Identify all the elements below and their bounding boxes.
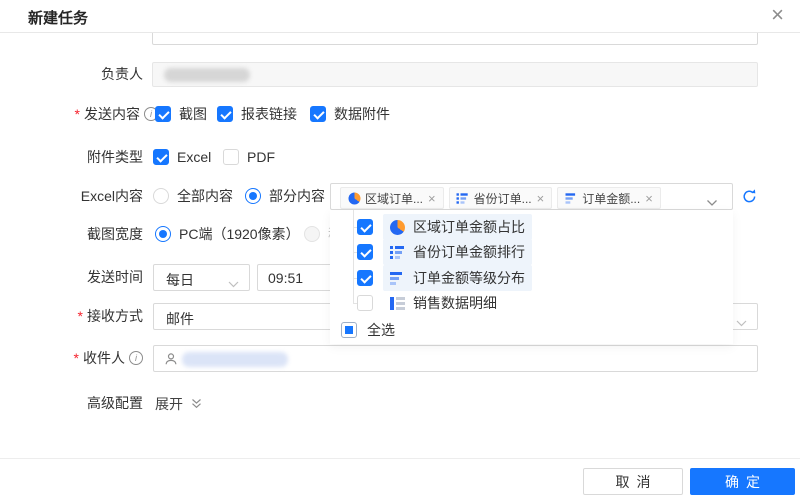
refresh-icon[interactable] (741, 188, 758, 205)
checkbox-report-link[interactable]: 报表链接 (217, 105, 297, 123)
checkbox-checked-icon[interactable] (153, 149, 169, 165)
dropdown-item-label: 区域订单金额占比 (413, 217, 525, 237)
chevron-down-icon (736, 314, 747, 330)
checkbox-screenshot[interactable]: 截图 (155, 105, 207, 123)
radio-unselected-icon[interactable] (153, 188, 169, 204)
radio-pc-width[interactable]: PC端（1920像素） (155, 225, 300, 243)
checkbox-excel[interactable]: Excel (153, 148, 211, 166)
footer-divider (0, 458, 800, 459)
excel-content-label: Excel内容 (0, 187, 143, 205)
double-chevron-down-icon[interactable] (190, 397, 203, 413)
dialog-body: 负责人 * 发送内容 i 截图 报表链接 数据附件 附件类型 Excel (0, 33, 800, 499)
info-icon[interactable]: i (129, 351, 143, 365)
tag-remove-icon[interactable]: × (645, 192, 653, 205)
owner-label: 负责人 (0, 65, 143, 83)
checkbox-checked-icon[interactable] (357, 244, 373, 260)
checkbox-unchecked-icon[interactable] (223, 149, 239, 165)
dropdown-item-order-amount-dist[interactable]: 订单金额等级分布 (357, 267, 532, 289)
dropdown-item-province-order[interactable]: 省份订单金额排行 (357, 241, 532, 263)
close-icon[interactable]: × (771, 2, 784, 28)
selected-tags: 区域订单... × 省份订单... × 订单金额... × (340, 187, 661, 209)
radio-partial-content[interactable]: 部分内容 (245, 187, 325, 205)
new-task-dialog: 新建任务 × 负责人 * 发送内容 i 截图 报表链接 数据附件 附件类型 (0, 0, 800, 499)
task-name-input-partial[interactable] (152, 33, 758, 45)
pie-chart-icon (348, 192, 360, 204)
checkbox-pdf[interactable]: PDF (223, 148, 275, 166)
pie-chart-icon (390, 220, 405, 235)
chevron-down-icon (228, 275, 239, 291)
radio-selected-icon[interactable] (245, 188, 261, 204)
owner-input (152, 62, 758, 87)
attachment-type-label: 附件类型 (0, 148, 143, 166)
dropdown-item-label: 省份订单金额排行 (413, 242, 525, 262)
table-icon (390, 297, 405, 310)
required-asterisk: * (75, 106, 80, 122)
radio-label: 全部内容 (177, 186, 233, 206)
frequency-select[interactable]: 每日 (153, 264, 250, 291)
bar-ranking-icon (390, 245, 405, 260)
checkbox-indeterminate-icon[interactable] (341, 322, 357, 338)
screenshot-width-label: 截图宽度 (0, 225, 143, 243)
radio-disabled-icon (304, 226, 320, 242)
tree-connector-line (353, 210, 354, 304)
required-asterisk: * (74, 350, 79, 366)
tag-province-order[interactable]: 省份订单... × (449, 187, 553, 209)
chart-multiselect[interactable]: 区域订单... × 省份订单... × 订单金额... × (330, 183, 733, 210)
tag-label: 省份订单... (474, 190, 532, 207)
select-all-row[interactable]: 全选 (341, 319, 395, 341)
radio-all-content[interactable]: 全部内容 (153, 187, 233, 205)
select-all-label: 全选 (367, 320, 395, 340)
tag-remove-icon[interactable]: × (428, 192, 436, 205)
radio-label: PC端（1920像素） (179, 224, 300, 244)
receive-method-value: 邮件 (166, 309, 194, 329)
checkbox-label: 截图 (179, 104, 207, 124)
recipient-input[interactable] (153, 345, 758, 372)
checkbox-checked-icon[interactable] (310, 106, 326, 122)
checkbox-checked-icon[interactable] (357, 270, 373, 286)
checkbox-unchecked-icon[interactable] (357, 295, 373, 311)
dropdown-item-sales-detail[interactable]: 销售数据明细 (357, 292, 504, 314)
tag-remove-icon[interactable]: × (537, 192, 545, 205)
dialog-title: 新建任务 (28, 7, 88, 28)
confirm-button[interactable]: 确定 (690, 468, 795, 495)
redacted-owner-text (164, 68, 250, 82)
radio-label: 部分内容 (269, 186, 325, 206)
checkbox-checked-icon[interactable] (357, 219, 373, 235)
advanced-config-label: 高级配置 (0, 394, 143, 412)
dialog-header: 新建任务 × (0, 0, 800, 33)
radio-selected-icon[interactable] (155, 226, 171, 242)
tag-label: 区域订单... (365, 190, 423, 207)
dropdown-item-label: 销售数据明细 (413, 293, 497, 313)
chart-dropdown-panel: 区域订单金额占比 省份订单金额排行 订单金额等级分布 (330, 210, 733, 344)
checkbox-label: Excel (177, 149, 211, 165)
checkbox-label: 报表链接 (241, 104, 297, 124)
frequency-value: 每日 (166, 270, 194, 290)
dropdown-item-label: 订单金额等级分布 (413, 268, 525, 288)
expand-toggle[interactable]: 展开 (155, 394, 183, 414)
checkbox-data-attachment[interactable]: 数据附件 (310, 105, 390, 123)
tag-label: 订单金额... (582, 190, 640, 207)
bar-distribution-icon (390, 271, 405, 286)
checkbox-checked-icon[interactable] (217, 106, 233, 122)
receive-method-label: * 接收方式 (0, 307, 143, 325)
bar-ranking-icon (457, 192, 469, 204)
required-asterisk: * (78, 308, 83, 324)
checkbox-label: 数据附件 (334, 104, 390, 124)
redacted-recipient-text (182, 352, 288, 367)
send-content-label: * 发送内容 i (0, 105, 158, 123)
dropdown-item-region-order[interactable]: 区域订单金额占比 (357, 216, 532, 238)
user-icon (164, 352, 178, 369)
recipient-label: * 收件人 i (0, 349, 143, 367)
chevron-down-icon[interactable] (706, 194, 718, 210)
tag-region-order[interactable]: 区域订单... × (340, 187, 444, 209)
time-value: 09:51 (268, 270, 303, 286)
cancel-button[interactable]: 取消 (583, 468, 683, 495)
send-time-label: 发送时间 (0, 268, 143, 286)
tag-order-amount[interactable]: 订单金额... × (557, 187, 661, 209)
bar-distribution-icon (565, 192, 577, 204)
checkbox-label: PDF (247, 149, 275, 165)
checkbox-checked-icon[interactable] (155, 106, 171, 122)
